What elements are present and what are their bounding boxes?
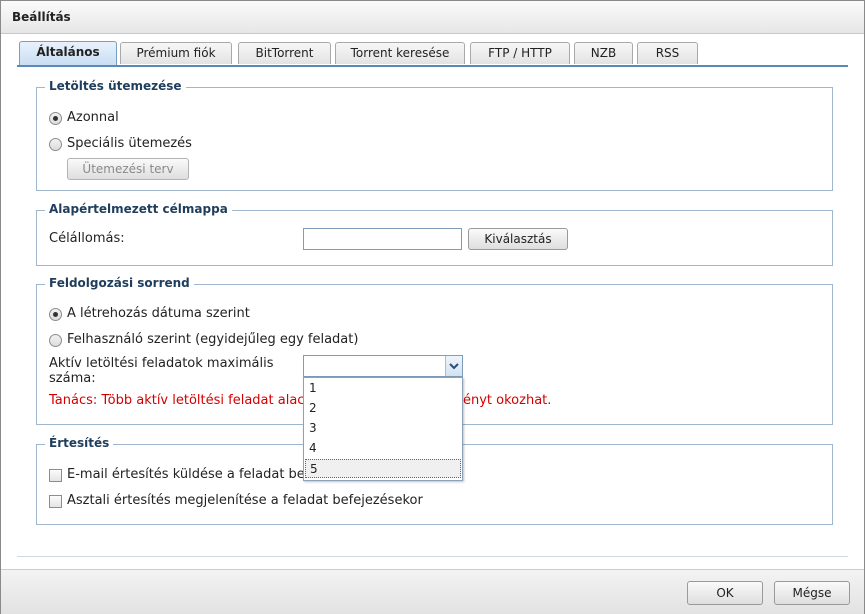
- tip-warning-text-left: Tanács: Több aktív letöltési feladat ala…: [49, 393, 312, 408]
- tab-bittorrent[interactable]: BitTorrent: [238, 42, 331, 64]
- ok-button[interactable]: OK: [687, 581, 763, 605]
- destination-label: Célállomás:: [49, 231, 125, 246]
- desktop-notification-checkbox[interactable]: [49, 495, 62, 508]
- panel-bottom-divider: [17, 556, 848, 557]
- tab-general[interactable]: Általános: [19, 41, 117, 65]
- email-notification-checkbox[interactable]: [49, 469, 62, 482]
- schedule-immediate-label[interactable]: Azonnal: [67, 110, 119, 125]
- schedule-plan-button[interactable]: Ütemezési terv: [67, 158, 189, 180]
- tab-rss[interactable]: RSS: [637, 42, 698, 64]
- tab-ftp-http[interactable]: FTP / HTTP: [470, 42, 570, 64]
- processing-user-label[interactable]: Felhasználó szerint (egyidejűleg egy fel…: [67, 332, 358, 347]
- max-tasks-select[interactable]: [303, 355, 463, 377]
- max-tasks-label-line2: száma:: [49, 371, 96, 386]
- cancel-button[interactable]: Mégse: [774, 581, 850, 605]
- processing-legend: Feldolgozási sorrend: [45, 276, 194, 290]
- dialog-titlebar[interactable]: Beállítás: [1, 1, 864, 34]
- destination-input[interactable]: [303, 228, 462, 250]
- dialog-footer: OK Mégse: [1, 569, 864, 614]
- schedule-legend: Letöltés ütemezése: [45, 79, 186, 93]
- max-tasks-label-line1: Aktív letöltési feladatok maximális: [49, 356, 274, 371]
- processing-user-radio[interactable]: [49, 334, 62, 347]
- tip-warning-text-right: ényt okozhat.: [463, 393, 552, 408]
- desktop-notification-label[interactable]: Asztali értesítés megjelenítése a felada…: [67, 493, 423, 508]
- dropdown-option-3[interactable]: 3: [305, 419, 461, 438]
- dropdown-option-2[interactable]: 2: [305, 399, 461, 418]
- destination-legend: Alapértelmezett célmappa: [45, 202, 232, 216]
- browse-button[interactable]: Kiválasztás: [468, 228, 568, 250]
- tab-nzb[interactable]: NZB: [574, 42, 633, 64]
- dropdown-option-5[interactable]: 5: [305, 459, 461, 478]
- tab-premium-account[interactable]: Prémium fiók: [120, 42, 232, 64]
- dialog-title: Beállítás: [12, 10, 71, 24]
- schedule-custom-radio[interactable]: [49, 138, 62, 151]
- settings-dialog: Beállítás Általános Prémium fiók BitTorr…: [0, 0, 865, 614]
- email-notification-label[interactable]: E-mail értesítés küldése a feladat befej: [67, 467, 321, 482]
- tab-torrent-search[interactable]: Torrent keresése: [335, 42, 465, 64]
- schedule-custom-label[interactable]: Speciális ütemezés: [67, 136, 192, 151]
- dropdown-option-4[interactable]: 4: [305, 439, 461, 458]
- processing-date-radio[interactable]: [49, 308, 62, 321]
- notification-legend: Értesítés: [45, 436, 114, 450]
- chevron-down-icon[interactable]: [445, 356, 462, 376]
- dropdown-option-1[interactable]: 1: [305, 379, 461, 398]
- schedule-immediate-radio[interactable]: [49, 112, 62, 125]
- max-tasks-dropdown-list: 1 2 3 4 5: [303, 377, 463, 481]
- processing-date-label[interactable]: A létrehozás dátuma szerint: [67, 306, 250, 321]
